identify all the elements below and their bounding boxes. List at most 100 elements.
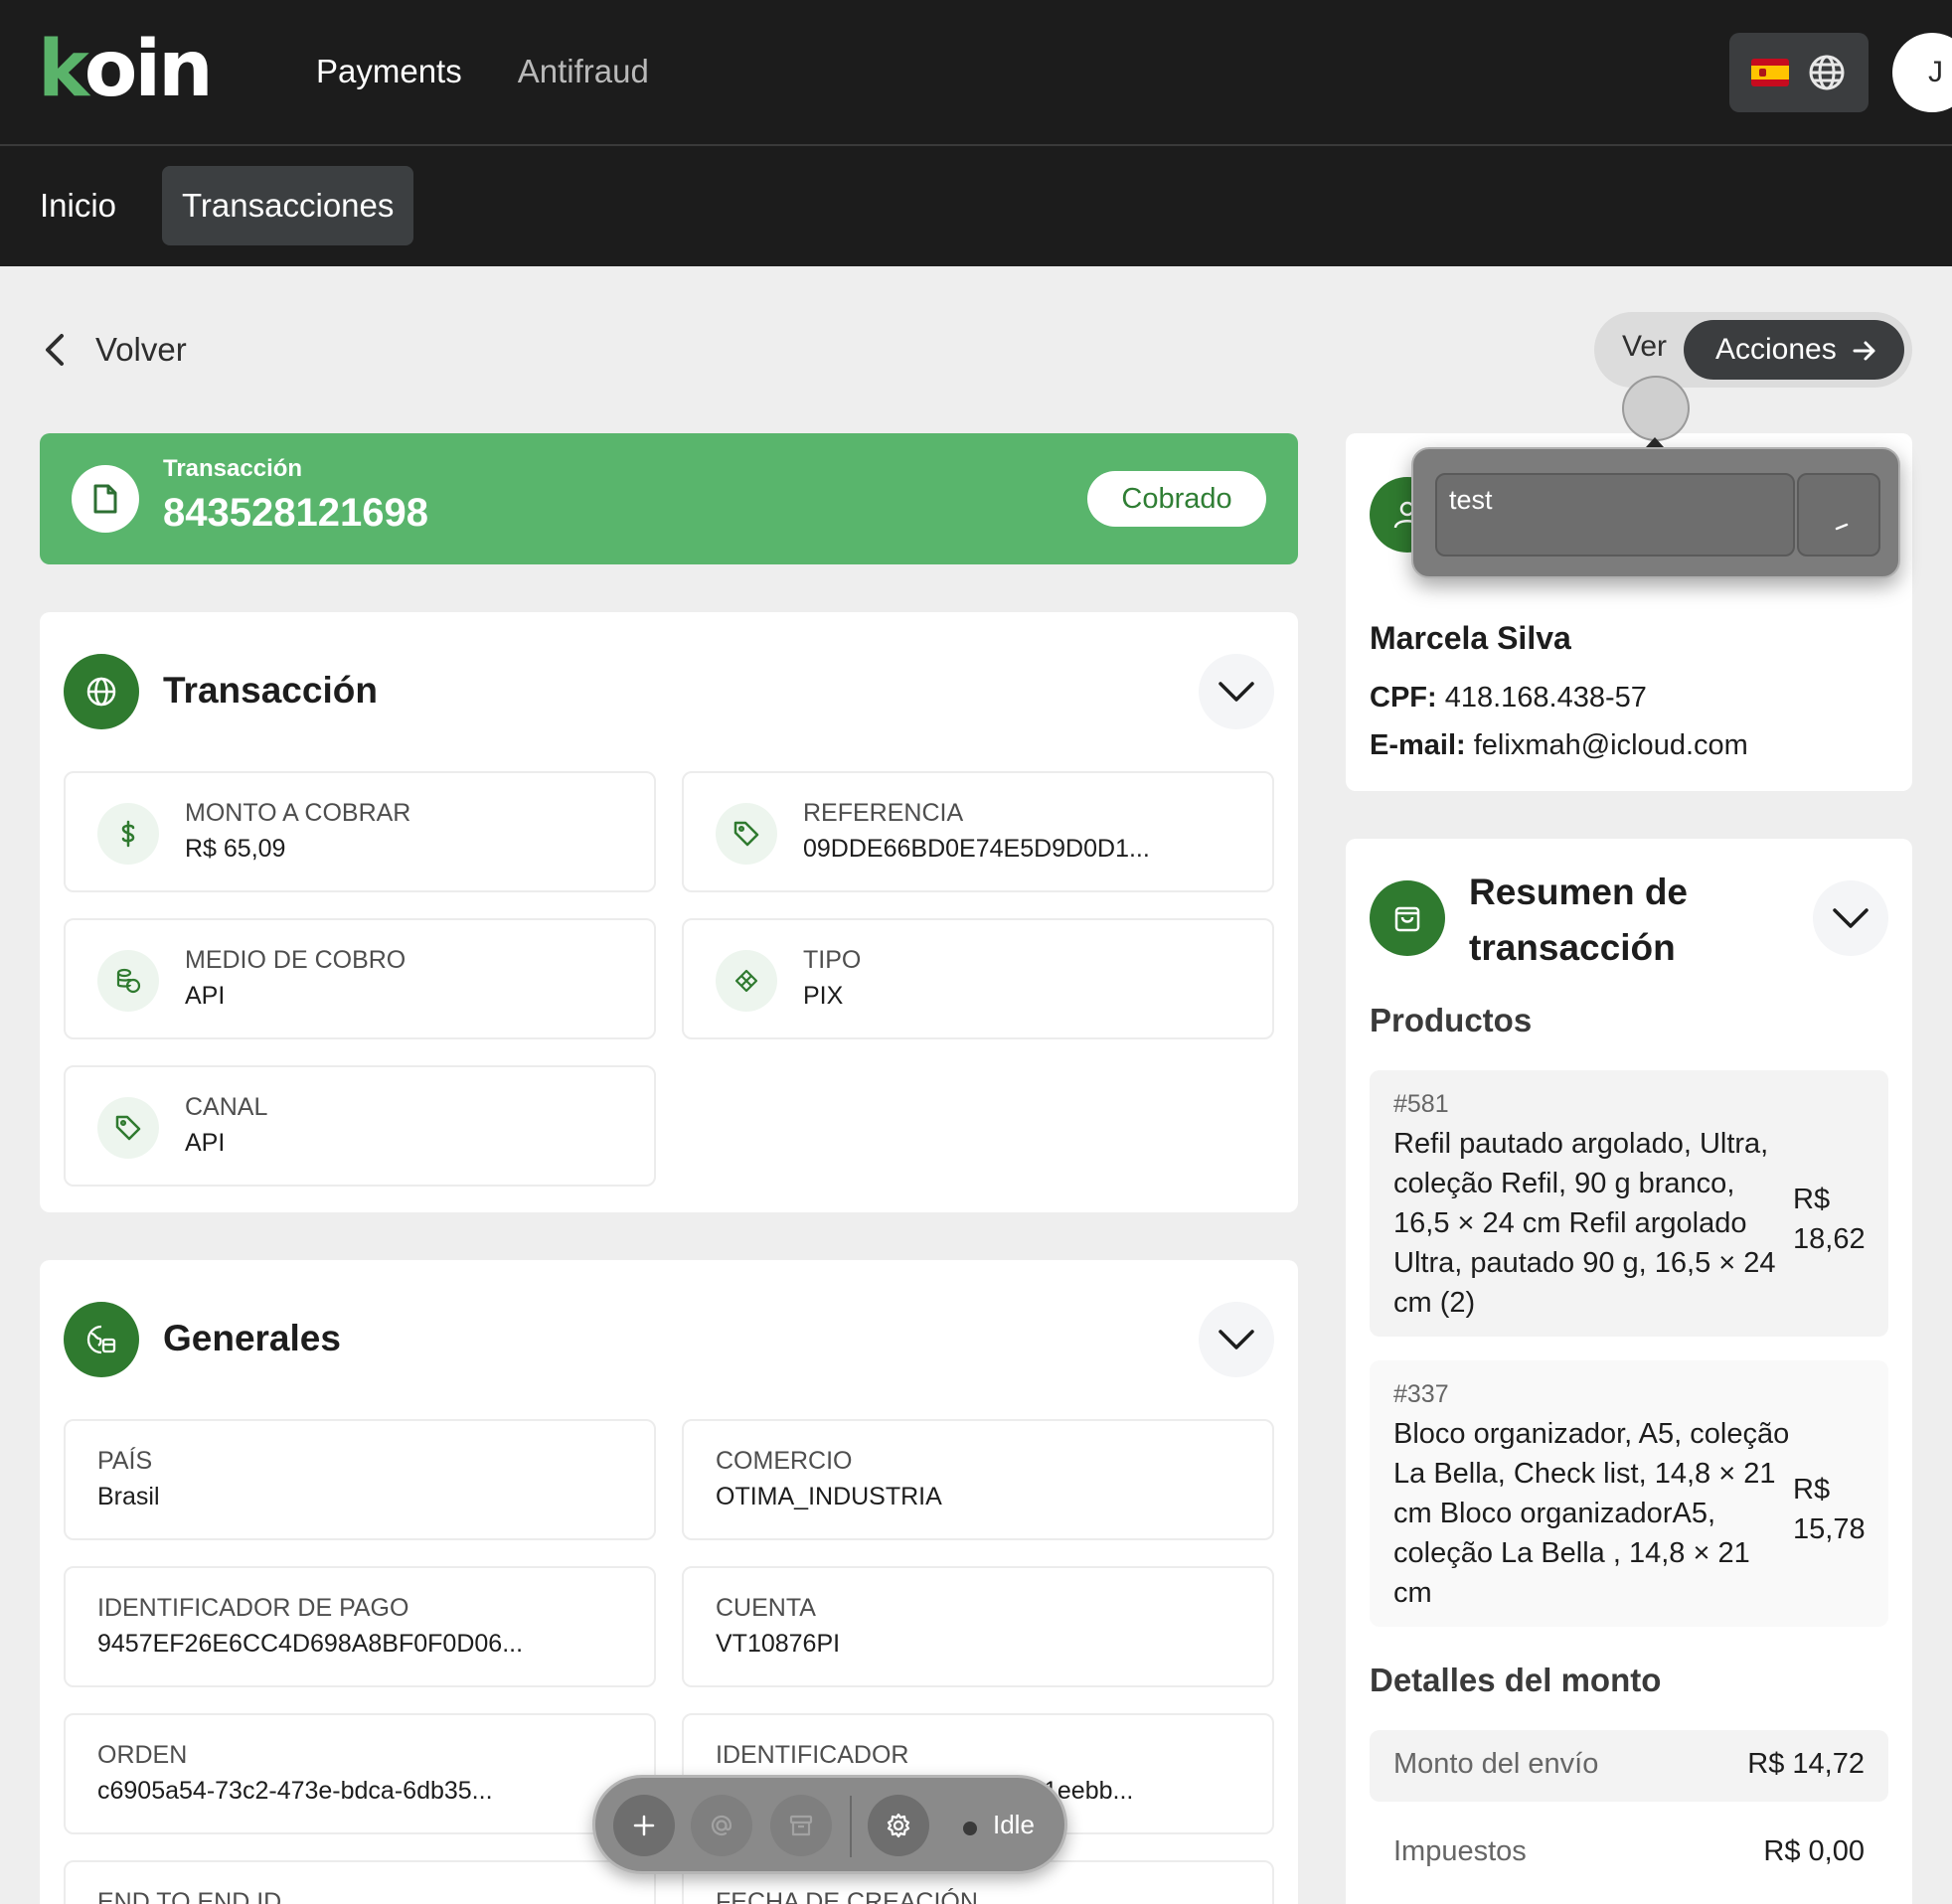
customer-name: Marcela Silva xyxy=(1370,620,1571,656)
field-value: 9457EF26E6CC4D698A8BF0F0D06... xyxy=(97,1630,524,1658)
tag-icon xyxy=(733,821,759,847)
field-label: REFERENCIA xyxy=(803,799,964,827)
coins-icon xyxy=(116,968,141,994)
field-medio-de-cobro: MEDIO DE COBRO API xyxy=(64,918,656,1039)
field-end-to-end-id: END TO END ID xyxy=(64,1860,656,1904)
field-value: PIX xyxy=(803,982,844,1010)
actions-label: Acciones xyxy=(1715,333,1837,366)
field-identificador-de-pago: IDENTIFICADOR DE PAGO 9457EF26E6CC4D698A… xyxy=(64,1566,656,1687)
general-card-title: Generales xyxy=(163,1318,341,1358)
transaction-collapse-button[interactable] xyxy=(1199,654,1274,729)
summary-collapse-button[interactable] xyxy=(1813,880,1888,956)
floating-toolbar: Idle xyxy=(592,1775,1067,1874)
amount-row-shipping: Monto del envío R$ 14,72 xyxy=(1370,1730,1888,1802)
general-collapse-button[interactable] xyxy=(1199,1302,1274,1377)
comment-popover: test xyxy=(1411,447,1900,578)
field-orden: ORDEN c6905a54-73c2-473e-bdca-6db35... xyxy=(64,1713,656,1834)
bag-icon-circle xyxy=(1370,880,1445,956)
amount-details-title: Detalles del monto xyxy=(1370,1662,1662,1698)
field-referencia: REFERENCIA 09DDE66BD0E74E5D9D0D1... xyxy=(682,771,1274,892)
field-label: FECHA DE CREACIÓN xyxy=(716,1888,978,1904)
transaction-card: Transacción MONTO A COBRAR R$ 65,09 REFE… xyxy=(40,612,1298,1212)
tag-icon-circle xyxy=(97,1097,159,1159)
send-icon xyxy=(1835,523,1849,531)
field-tipo: TIPO PIX xyxy=(682,918,1274,1039)
field-label: MONTO A COBRAR xyxy=(185,799,411,827)
transaction-card-title: Transacción xyxy=(163,670,378,711)
gear-icon xyxy=(887,1813,910,1838)
summary-title-line2: transacción xyxy=(1469,927,1676,968)
product-description: Refil pautado argolado, Ultra, coleção R… xyxy=(1393,1128,1776,1319)
popover-arrow xyxy=(1646,437,1664,447)
document-icon xyxy=(93,484,117,514)
transaction-number: 843528121698 xyxy=(163,491,428,535)
amount-row-taxes: Impuestos R$ 0,00 xyxy=(1370,1818,1888,1889)
view-button[interactable]: Ver xyxy=(1622,330,1667,364)
sub-nav-transacciones[interactable]: Transacciones xyxy=(162,166,414,245)
summary-title-line1: Resumen de xyxy=(1469,872,1689,912)
actions-button[interactable]: Acciones xyxy=(1684,320,1904,380)
add-button[interactable] xyxy=(613,1795,675,1856)
top-bar: koin Payments Antifraud J xyxy=(0,0,1952,146)
chevron-down-icon xyxy=(1833,908,1869,928)
sub-nav-bar: Inicio Transacciones xyxy=(0,146,1952,266)
globe-icon xyxy=(1809,55,1845,90)
status-badge: Cobrado xyxy=(1087,471,1266,527)
chevron-down-icon xyxy=(1219,682,1254,702)
shopping-bag-icon xyxy=(1394,906,1420,932)
field-comercio: COMERCIO OTIMA_INDUSTRIA xyxy=(682,1419,1274,1540)
user-avatar[interactable]: J xyxy=(1892,33,1952,112)
toolbar-status: Idle xyxy=(993,1810,1035,1839)
nav-payments[interactable]: Payments xyxy=(316,50,462,93)
mention-button[interactable] xyxy=(691,1795,752,1856)
field-label: TIPO xyxy=(803,946,862,974)
popover-handle[interactable] xyxy=(1622,376,1690,441)
transaction-card-icon-circle xyxy=(64,654,139,729)
product-price: R$ 18,62 xyxy=(1793,1180,1872,1259)
amount-value: R$ 0,00 xyxy=(1763,1835,1865,1867)
dollar-icon xyxy=(121,820,135,848)
field-label: PAÍS xyxy=(97,1447,153,1475)
customer-email: E-mail: felixmah@icloud.com xyxy=(1370,729,1748,762)
email-label: E-mail: xyxy=(1370,729,1466,761)
archive-button[interactable] xyxy=(770,1795,832,1856)
chevron-down-icon xyxy=(1219,1330,1254,1349)
field-label: ORDEN xyxy=(97,1741,188,1769)
field-pais: PAÍS Brasil xyxy=(64,1419,656,1540)
field-label: CANAL xyxy=(185,1093,268,1121)
language-selector[interactable] xyxy=(1729,33,1869,112)
settings-button[interactable] xyxy=(868,1795,929,1856)
at-sign-icon xyxy=(711,1815,732,1836)
dollar-icon-circle xyxy=(97,803,159,865)
amount-label: Impuestos xyxy=(1393,1835,1527,1867)
banner-label: Transacción xyxy=(163,455,303,482)
back-link[interactable]: Volver xyxy=(40,328,187,372)
chevron-left-icon xyxy=(46,334,64,366)
transaction-banner: Transacción 843528121698 Cobrado xyxy=(40,433,1298,564)
field-value: 09DDE66BD0E74E5D9D0D1... xyxy=(803,835,1150,863)
product-item: #337 Bloco organizador, A5, coleção La B… xyxy=(1370,1360,1888,1627)
arrow-right-icon xyxy=(1853,341,1875,361)
field-canal: CANAL API xyxy=(64,1065,656,1187)
comment-submit-button[interactable] xyxy=(1797,473,1880,556)
field-label: IDENTIFICADOR xyxy=(716,1741,909,1769)
customer-cpf: CPF: 418.168.438-57 xyxy=(1370,682,1647,714)
product-price-currency: R$ xyxy=(1793,1184,1831,1215)
back-label: Volver xyxy=(95,331,187,368)
plus-icon xyxy=(633,1815,655,1836)
field-label: END TO END ID xyxy=(97,1888,282,1904)
field-cuenta: CUENTA VT10876PI xyxy=(682,1566,1274,1687)
product-price-currency: R$ xyxy=(1793,1474,1831,1506)
field-label: MEDIO DE COBRO xyxy=(185,946,407,974)
field-value: c6905a54-73c2-473e-bdca-6db35... xyxy=(97,1777,493,1805)
field-value: R$ 65,09 xyxy=(185,835,286,863)
cpf-label: CPF: xyxy=(1370,682,1437,714)
comment-input[interactable]: test xyxy=(1435,473,1795,556)
product-description: Bloco organizador, A5, coleção La Bella,… xyxy=(1393,1418,1790,1609)
product-price-value: 18,62 xyxy=(1793,1223,1866,1255)
nav-antifraud[interactable]: Antifraud xyxy=(518,50,649,93)
amount-label: Monto del envío xyxy=(1393,1748,1599,1780)
koin-logo[interactable]: koin xyxy=(38,30,217,109)
sub-nav-inicio[interactable]: Inicio xyxy=(20,166,136,245)
view-actions-group: Ver Acciones xyxy=(1594,312,1912,388)
